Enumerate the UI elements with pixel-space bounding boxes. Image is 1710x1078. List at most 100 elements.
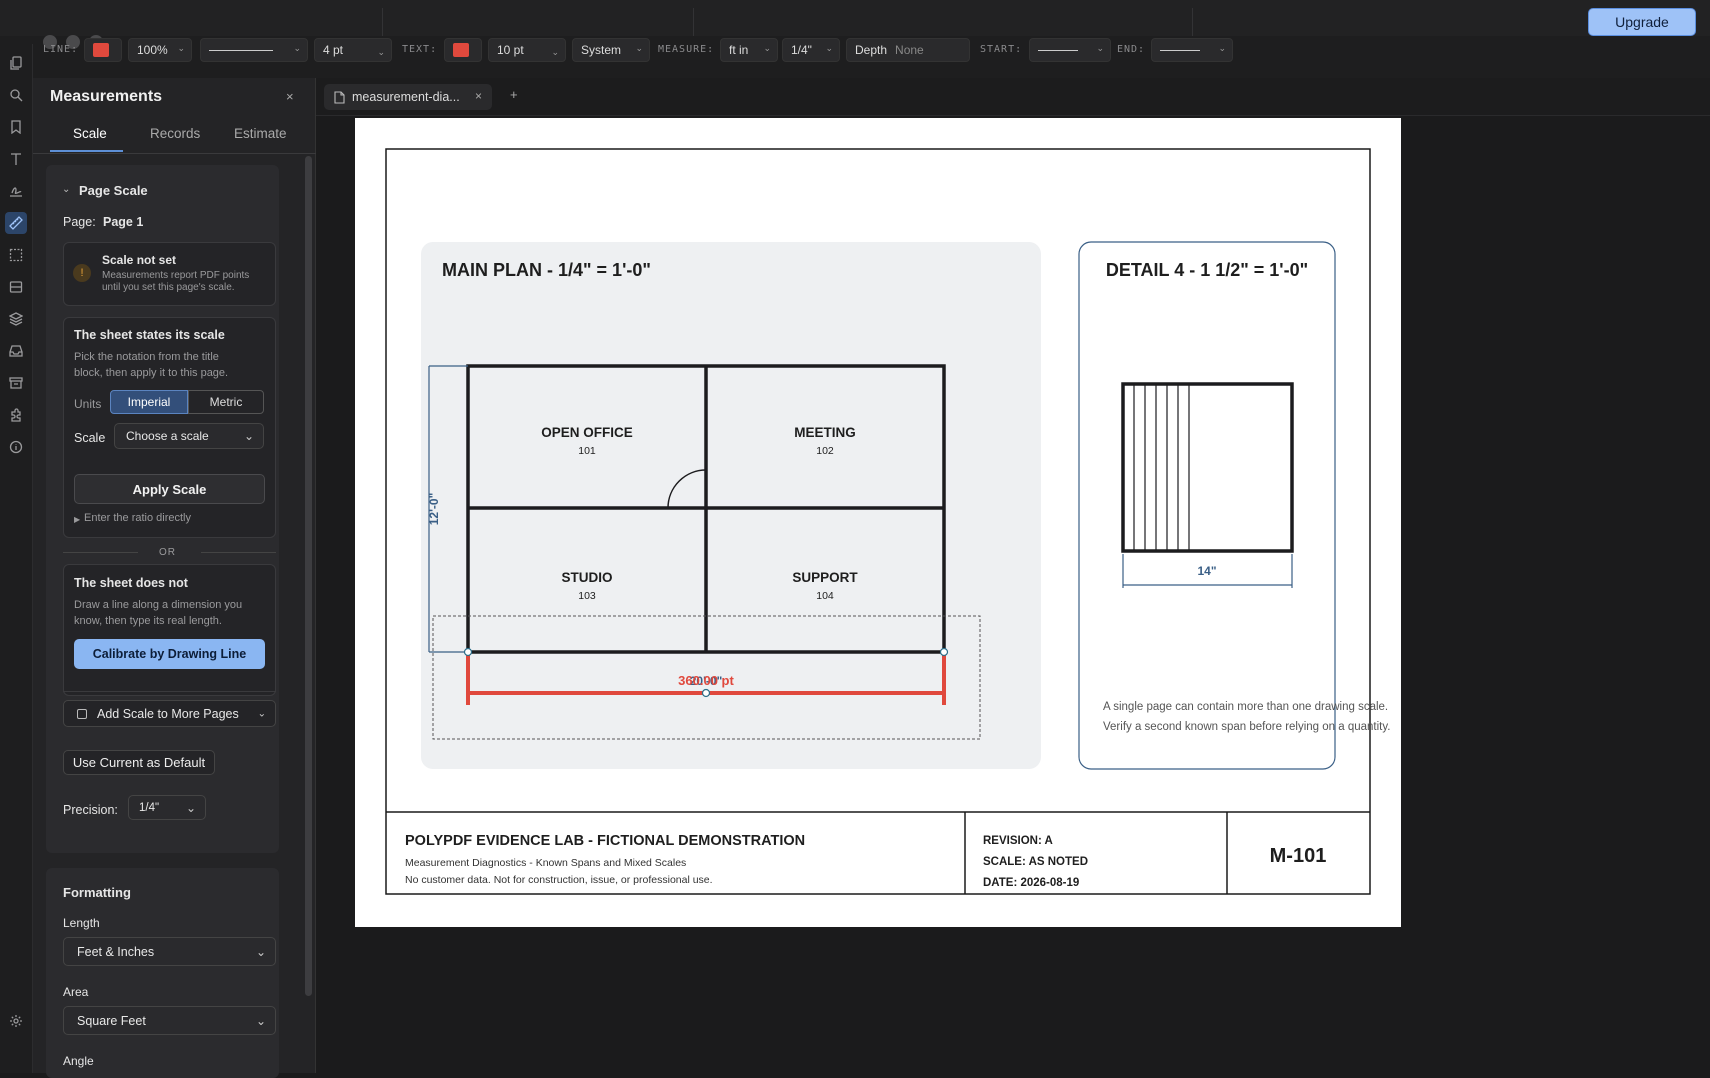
font-size-stepper[interactable]: 10 pt ⌄ — [488, 38, 566, 62]
precision-value: 1/4" — [139, 801, 160, 814]
search-icon[interactable] — [5, 84, 27, 106]
states-title: The sheet states its scale — [74, 328, 225, 342]
room-number: 103 — [578, 590, 596, 602]
units-imperial-toggle[interactable]: Imperial — [110, 390, 188, 414]
signature-icon[interactable] — [5, 180, 27, 202]
measure-precision-select[interactable]: 1/4" ⌄ — [782, 38, 840, 62]
apply-scale-button[interactable]: Apply Scale — [74, 474, 265, 504]
vertical-dimension-text: 12'-0" — [427, 493, 441, 526]
upgrade-button[interactable]: Upgrade — [1588, 8, 1696, 36]
line-color-swatch — [93, 43, 109, 57]
new-tab-button[interactable]: + — [510, 87, 518, 102]
measure-unit-select[interactable]: ft in ⌄ — [720, 38, 778, 62]
tab-records[interactable]: Records — [150, 126, 200, 141]
line-color-picker[interactable] — [84, 38, 122, 62]
use-default-button[interactable]: Use Current as Default — [63, 750, 215, 775]
chevron-down-icon[interactable]: ⌄ — [62, 184, 70, 195]
formatting-title: Formatting — [63, 885, 131, 900]
line-style-select[interactable]: ⌄ — [200, 38, 308, 62]
line-end-preview — [1160, 49, 1200, 51]
caret-right-icon[interactable]: ▶ — [74, 512, 80, 528]
pdf-page[interactable]: MAIN PLAN - 1/4" = 1'-0" OPEN OFFICE 101… — [355, 118, 1401, 927]
states-desc: Pick the notation from the title — [74, 351, 219, 363]
form-icon[interactable] — [5, 276, 27, 298]
enter-ratio-link[interactable]: Enter the ratio directly — [84, 510, 191, 526]
tab-scale[interactable]: Scale — [73, 126, 107, 141]
line-width-stepper[interactable]: 4 pt ⌄ — [314, 38, 392, 62]
scale-text: SCALE: AS NOTED — [983, 856, 1088, 868]
tab-divider — [33, 153, 316, 154]
text-tool-icon[interactable] — [5, 148, 27, 170]
close-icon[interactable]: × — [286, 89, 294, 104]
document-tab-title: measurement-dia... — [352, 90, 460, 104]
layers-icon[interactable] — [5, 308, 27, 330]
or-divider: OR — [159, 547, 176, 558]
line-width-value: 4 pt — [323, 43, 344, 57]
scale-select[interactable]: Choose a scale ⌄ — [114, 423, 264, 449]
archive-icon[interactable] — [5, 372, 27, 394]
active-tab-indicator — [50, 150, 123, 152]
add-scale-button[interactable]: Add Scale to More Pages ⌄ — [63, 700, 276, 727]
or-divider-line — [201, 552, 276, 553]
panel-scrollbar[interactable] — [305, 156, 312, 996]
chevron-down-icon: ⌄ — [635, 43, 643, 53]
sheet-number: M-101 — [1270, 845, 1327, 867]
angle-label: Angle — [63, 1054, 94, 1068]
precision-select[interactable]: 1/4" ⌄ — [128, 795, 206, 820]
length-format-select[interactable]: Feet & Inches ⌄ — [63, 937, 276, 966]
line-start-select[interactable]: ⌄ — [1029, 38, 1111, 62]
tab-estimate[interactable]: Estimate — [234, 126, 287, 141]
measure-unit-value: ft in — [729, 43, 749, 57]
select-rect-icon[interactable] — [5, 244, 27, 266]
measurement-handle-mid[interactable] — [701, 688, 711, 698]
pages-icon[interactable] — [5, 52, 27, 74]
title-bar-divider — [693, 8, 694, 36]
document-tab[interactable]: measurement-dia... × — [324, 84, 492, 110]
line-label: LINE: — [43, 44, 79, 55]
chevron-down-icon: ⌄ — [243, 429, 254, 443]
area-format-value: Square Feet — [77, 1013, 146, 1028]
chevron-down-icon: ⌄ — [255, 1013, 266, 1028]
close-tab-icon[interactable]: × — [475, 89, 482, 103]
line-opacity-select[interactable]: 100% ⌄ — [128, 38, 192, 62]
gear-icon[interactable] — [5, 1010, 27, 1032]
measurement-handle-end[interactable] — [939, 647, 949, 657]
chevron-down-icon: ⌄ — [1096, 43, 1104, 53]
start-label: START: — [980, 44, 1023, 55]
units-metric-toggle[interactable]: Metric — [188, 390, 264, 414]
bookmark-icon[interactable] — [5, 116, 27, 138]
end-label: END: — [1117, 44, 1146, 55]
main-plan-panel — [421, 242, 1041, 769]
length-label: Length — [63, 916, 100, 930]
chevron-down-icon: ⌄ — [763, 43, 771, 53]
room-number: 102 — [816, 445, 834, 457]
page-scale-header[interactable]: Page Scale — [79, 183, 148, 198]
copy-icon — [77, 708, 87, 719]
measure-ruler-icon[interactable] — [5, 212, 27, 234]
not-title: The sheet does not — [74, 576, 188, 590]
scale-select-value: Choose a scale — [126, 429, 209, 443]
depth-field[interactable]: Depth None — [846, 38, 970, 62]
precision-label: Precision: — [63, 803, 118, 817]
room-name: SUPPORT — [792, 570, 858, 585]
text-color-swatch — [453, 43, 469, 57]
font-family-select[interactable]: System ⌄ — [572, 38, 650, 62]
measurements-panel: Measurements × Scale Records Estimate ⌄ … — [33, 78, 316, 1078]
calibrate-button[interactable]: Calibrate by Drawing Line — [74, 639, 265, 669]
info-icon[interactable] — [5, 436, 27, 458]
opacity-value: 100% — [137, 43, 168, 57]
text-label: TEXT: — [402, 44, 438, 55]
document-tab-bar: measurement-dia... × + — [316, 78, 1710, 116]
plugins-icon[interactable] — [5, 404, 27, 426]
room-name: STUDIO — [561, 570, 612, 585]
room-number: 104 — [816, 590, 834, 602]
chevron-down-icon: ⌄ — [255, 944, 266, 959]
chevron-down-icon: ⌄ — [177, 43, 185, 53]
area-format-select[interactable]: Square Feet ⌄ — [63, 1006, 276, 1035]
line-end-select[interactable]: ⌄ — [1151, 38, 1233, 62]
text-color-picker[interactable] — [444, 38, 482, 62]
inbox-icon[interactable] — [5, 340, 27, 362]
drawing-canvas: MAIN PLAN - 1/4" = 1'-0" OPEN OFFICE 101… — [385, 148, 1390, 895]
not-desc: Draw a line along a dimension you — [74, 599, 243, 611]
measurement-handle-start[interactable] — [463, 647, 473, 657]
